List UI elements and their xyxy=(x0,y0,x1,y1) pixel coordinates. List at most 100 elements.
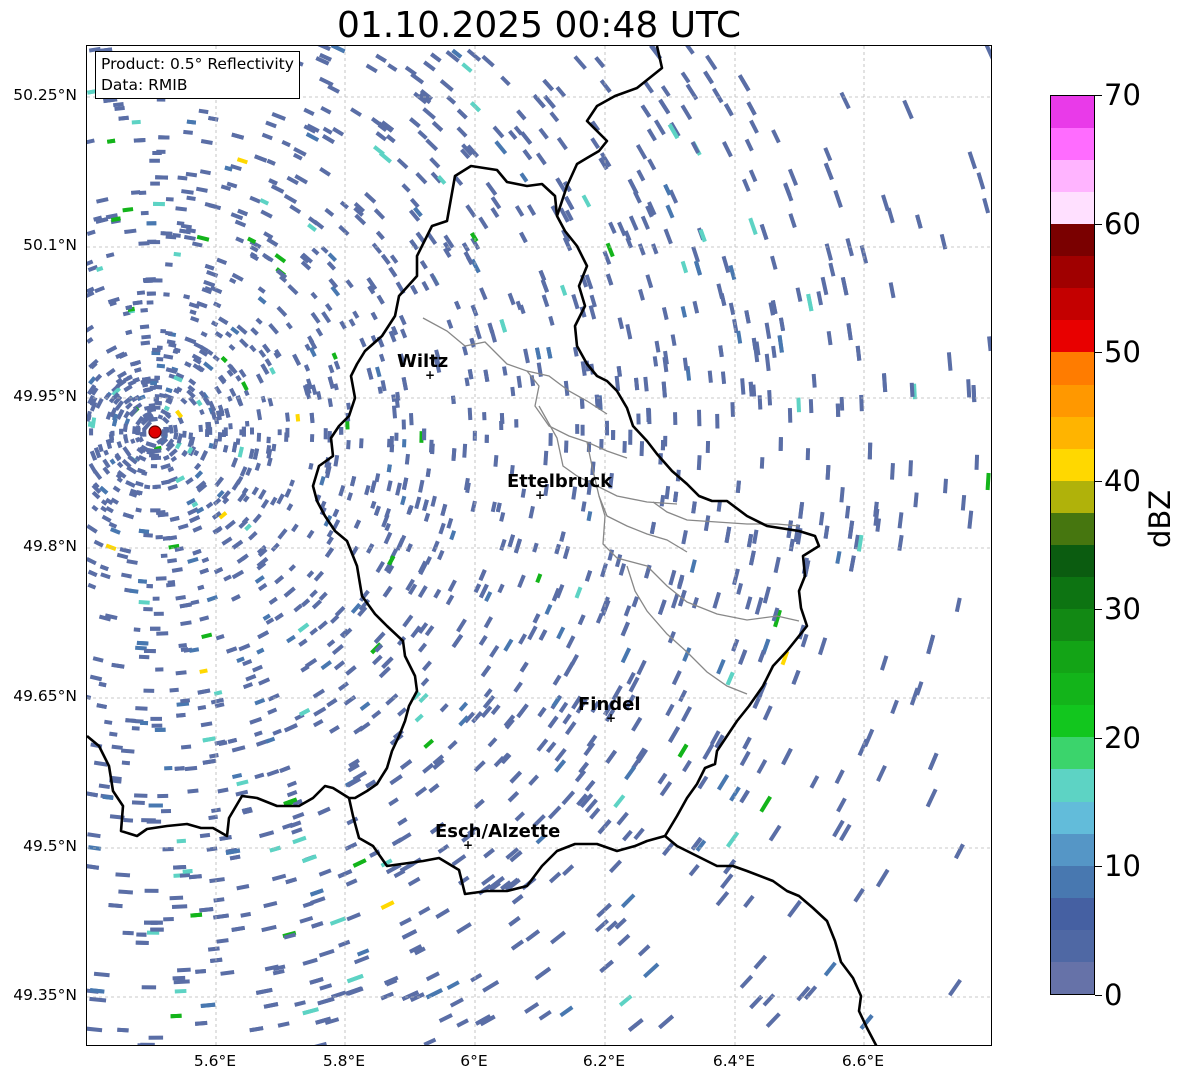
echo-cell xyxy=(182,430,187,438)
colorbar-tick-label: 0 xyxy=(1104,978,1123,1012)
echo-cell xyxy=(433,588,442,599)
echo-cell xyxy=(156,631,169,636)
echo-cell xyxy=(682,759,692,773)
echo-cell xyxy=(639,441,645,457)
echo-cell xyxy=(167,580,176,585)
colorbar-segment xyxy=(1051,865,1094,898)
echo-cell xyxy=(186,119,197,125)
echo-cell xyxy=(339,320,347,330)
echo-cell xyxy=(142,387,151,393)
echo-cell xyxy=(228,423,233,430)
echo-cell xyxy=(643,376,649,392)
echo-cell xyxy=(685,83,699,101)
echo-cell xyxy=(672,491,679,503)
echo-cell xyxy=(87,569,98,578)
echo-cell xyxy=(620,621,630,637)
echo-cell xyxy=(283,723,298,733)
echo-cell xyxy=(418,479,425,493)
echo-cell xyxy=(378,353,386,363)
echo-cell xyxy=(818,511,825,526)
echo-cell xyxy=(748,550,756,566)
echo-cell xyxy=(497,583,505,594)
echo-cell xyxy=(430,443,435,455)
echo-cell xyxy=(759,223,769,241)
echo-cell xyxy=(735,480,741,494)
echo-cell xyxy=(538,1009,552,1021)
echo-cell xyxy=(835,550,842,564)
echo-cell xyxy=(536,738,549,752)
colorbar-tick-label: 20 xyxy=(1104,721,1141,755)
echo-cell xyxy=(374,473,381,483)
echo-cell xyxy=(257,630,270,640)
echo-cell xyxy=(480,664,492,678)
echo-cell xyxy=(118,889,134,895)
echo-cell xyxy=(370,311,378,321)
echo-cell xyxy=(729,786,741,802)
echo-cell xyxy=(337,681,350,692)
echo-cell xyxy=(141,818,156,823)
echo-cell xyxy=(715,413,720,429)
echo-cell xyxy=(189,309,197,316)
radar-map[interactable] xyxy=(86,45,992,1046)
echo-cell xyxy=(848,555,856,572)
echo-cell xyxy=(438,522,446,535)
echo-cell xyxy=(526,204,537,217)
echo-cell xyxy=(289,820,302,829)
echo-cell xyxy=(102,458,111,469)
echo-cell xyxy=(244,420,250,427)
echo-cell xyxy=(255,373,264,384)
echo-cell xyxy=(552,674,562,686)
echo-cell xyxy=(141,985,157,990)
echo-cell xyxy=(324,547,335,558)
echo-cell xyxy=(260,395,267,403)
echo-cell xyxy=(720,371,727,385)
echo-cell xyxy=(544,603,553,615)
echo-cell xyxy=(213,913,229,920)
echo-cell xyxy=(326,639,336,648)
echo-cell xyxy=(265,120,277,129)
echo-cell xyxy=(346,973,364,984)
echo-cell xyxy=(847,520,855,539)
echo-cell xyxy=(499,413,505,424)
echo-cell xyxy=(201,632,213,640)
echo-cell xyxy=(352,310,360,319)
echo-cell xyxy=(643,962,660,979)
echo-cell xyxy=(143,920,158,925)
echo-cell xyxy=(231,569,245,580)
echo-cell xyxy=(199,615,210,622)
echo-cell xyxy=(811,373,817,388)
echo-cell xyxy=(401,929,418,940)
echo-cell xyxy=(617,933,631,947)
echo-cell xyxy=(176,838,187,844)
echo-cell xyxy=(575,424,580,434)
echo-cell xyxy=(123,817,134,823)
echo-cell xyxy=(259,198,270,206)
echo-cell xyxy=(808,399,814,414)
echo-cell xyxy=(532,93,546,109)
echo-cell xyxy=(490,196,502,210)
echo-cell xyxy=(200,139,213,145)
echo-cell xyxy=(141,334,151,340)
echo-cell xyxy=(711,87,724,104)
echo-cell xyxy=(517,574,526,588)
echo-cell xyxy=(310,384,318,396)
echo-cell xyxy=(156,149,166,154)
echo-cell xyxy=(380,253,391,265)
echo-cell xyxy=(739,789,750,804)
echo-cell xyxy=(313,706,327,717)
echo-cell xyxy=(483,369,490,383)
echo-cell xyxy=(236,779,249,787)
echo-cell xyxy=(312,718,324,728)
echo-cell xyxy=(637,243,646,256)
echo-cell xyxy=(574,586,583,599)
echo-cell xyxy=(771,129,781,144)
echo-cell xyxy=(140,1042,155,1045)
echo-cell xyxy=(92,656,104,663)
echo-cell xyxy=(181,189,194,195)
echo-cell xyxy=(833,189,843,208)
echo-cell xyxy=(451,854,467,867)
echo-cell xyxy=(499,538,507,551)
echo-cell xyxy=(519,231,528,244)
echo-cell xyxy=(149,453,160,458)
echo-cell xyxy=(173,864,187,870)
